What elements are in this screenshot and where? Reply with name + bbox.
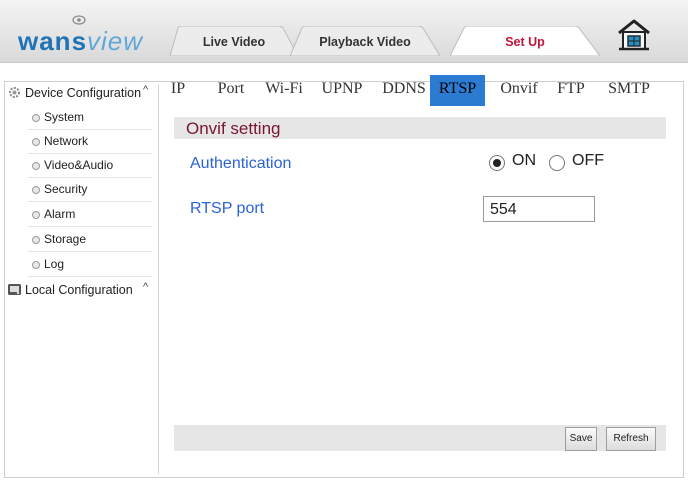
subtab-rtsp[interactable]: RTSP (430, 75, 485, 106)
subtab-ftp[interactable]: FTP (552, 75, 590, 106)
tab-playback-video[interactable]: Playback Video (290, 26, 440, 56)
tab-set-up[interactable]: Set Up (450, 26, 600, 56)
tab-live-video[interactable]: Live Video (170, 26, 298, 56)
sidebar-item-label: Video&Audio (44, 158, 114, 172)
sidebar-item-label: Network (44, 134, 89, 148)
radio-selected-dot (493, 159, 501, 167)
authentication-label: Authentication (190, 155, 292, 172)
sidebar-group-label: Device Configuration (25, 86, 142, 100)
brand-logo: wansview (18, 14, 158, 56)
local-config-icon (8, 284, 21, 295)
subtab-port[interactable]: Port (211, 75, 251, 106)
logo-wordmark: wansview (18, 26, 144, 56)
authentication-off-label[interactable]: OFF (572, 152, 604, 170)
home-icon[interactable] (616, 18, 652, 52)
bullet-icon (32, 186, 40, 194)
sidebar-item-label: Log (44, 257, 65, 271)
sidebar-group-local-configuration[interactable]: Local Configuration ^ (4, 278, 156, 302)
sidebar-item-video-audio[interactable]: Video&Audio (28, 153, 152, 178)
save-button[interactable]: Save (565, 427, 597, 451)
subtab-ddns[interactable]: DDNS (379, 75, 429, 106)
tab-label: Set Up (505, 35, 545, 49)
sidebar-group-device-configuration[interactable]: Device Configuration ^ (4, 81, 156, 105)
collapse-caret-icon[interactable]: ^ (143, 84, 148, 96)
sidebar-item-label: System (44, 110, 85, 124)
bullet-icon (32, 236, 40, 244)
logo-eye-icon (72, 15, 86, 25)
sidebar-item-label: Alarm (44, 207, 76, 221)
sidebar-item-log[interactable]: Log (28, 252, 152, 277)
bullet-icon (32, 114, 40, 122)
subtab-smtp[interactable]: SMTP (603, 75, 655, 106)
sidebar-item-system[interactable]: System (28, 105, 152, 130)
authentication-on-radio[interactable] (489, 155, 505, 171)
subtab-onvif[interactable]: Onvif (494, 75, 544, 106)
section-title: Onvif setting (186, 119, 281, 138)
bullet-icon (32, 162, 40, 170)
gear-icon (9, 87, 20, 98)
collapse-caret-icon[interactable]: ^ (143, 281, 148, 293)
subtab-wifi[interactable]: Wi-Fi (260, 75, 308, 106)
tab-label: Live Video (202, 35, 266, 49)
tab-label: Playback Video (319, 35, 411, 49)
subtab-ip[interactable]: IP (165, 75, 191, 106)
sidebar-item-network[interactable]: Network (28, 129, 152, 154)
sidebar-divider (158, 84, 159, 474)
bullet-icon (32, 211, 40, 219)
rtsp-port-label: RTSP port (190, 200, 265, 217)
bullet-icon (32, 261, 40, 269)
authentication-off-radio[interactable] (549, 155, 565, 171)
refresh-button[interactable]: Refresh (606, 427, 656, 451)
bullet-icon (32, 138, 40, 146)
sidebar-group-label: Local Configuration (25, 283, 133, 297)
sidebar-item-label: Storage (44, 232, 87, 246)
sidebar-item-security[interactable]: Security (28, 177, 152, 202)
rtsp-port-input[interactable]: 554 (483, 196, 595, 222)
sidebar-item-storage[interactable]: Storage (28, 227, 152, 252)
authentication-on-label[interactable]: ON (512, 152, 536, 170)
top-header: wansview Live Video Playback Video Set U… (0, 0, 688, 63)
sidebar-item-alarm[interactable]: Alarm (28, 202, 152, 227)
subtab-upnp[interactable]: UPNP (316, 75, 368, 106)
sidebar-item-label: Security (44, 182, 88, 196)
